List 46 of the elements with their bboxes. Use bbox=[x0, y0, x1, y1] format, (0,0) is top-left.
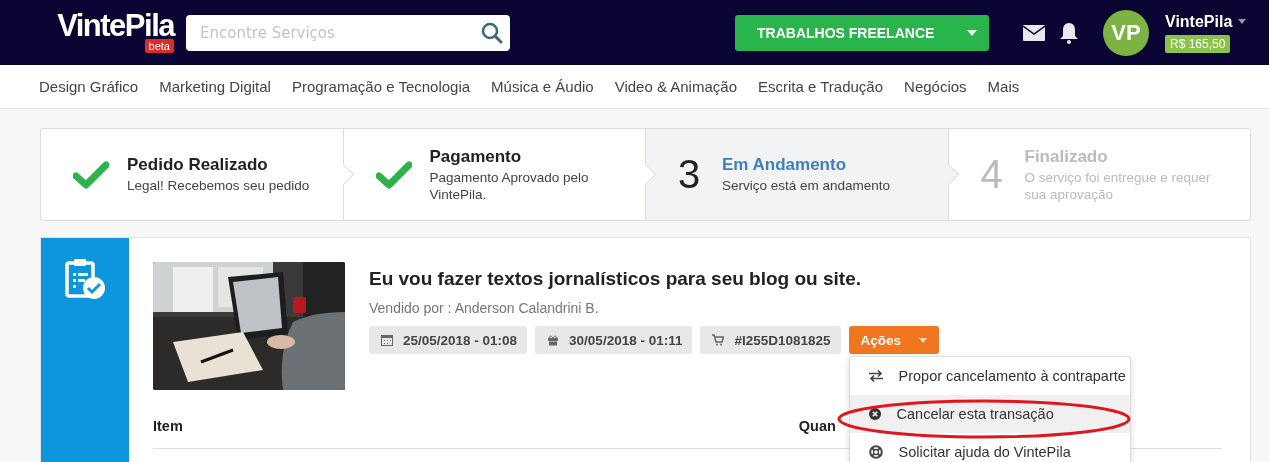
beta-badge: beta bbox=[144, 39, 174, 53]
step-title: Pedido Realizado bbox=[127, 155, 269, 175]
info-chip: 30/05/2018 - 01:11 bbox=[535, 326, 693, 354]
category-link[interactable]: Escrita e Tradução bbox=[758, 78, 884, 95]
caret-icon[interactable] bbox=[1238, 19, 1247, 24]
calendar-icon bbox=[381, 334, 393, 346]
seller-text: Vendido por : Anderson Calandrini B. bbox=[369, 300, 600, 316]
search-icon[interactable] bbox=[480, 20, 504, 45]
info-chip: 25/05/2018 - 01:08 bbox=[369, 326, 528, 354]
check-icon bbox=[375, 160, 412, 189]
service-title[interactable]: Eu vou fazer textos jornalísticos para seu blog ou site. bbox=[369, 268, 940, 290]
search-bar[interactable]: Encontre Serviços bbox=[186, 14, 510, 51]
check-icon bbox=[73, 160, 109, 189]
category-link[interactable]: Negócios bbox=[904, 78, 967, 95]
cart-icon bbox=[712, 334, 725, 346]
step-number: 3 bbox=[678, 152, 702, 197]
category-link[interactable]: Programação e Tecnologia bbox=[291, 78, 471, 95]
step-title: Pagamento bbox=[429, 146, 523, 167]
step-description: Serviço está em andamento bbox=[722, 177, 892, 194]
username-menu[interactable]: VintePila bbox=[1165, 12, 1247, 31]
step-title: Finalizado bbox=[1024, 146, 1109, 167]
column-header: Quan bbox=[798, 418, 836, 434]
menu-item[interactable]: Solicitar ajuda do VintePila bbox=[849, 433, 1130, 462]
gift-icon bbox=[547, 334, 560, 346]
step-description: Legal! Recebemos seu pedido bbox=[127, 177, 311, 194]
logo[interactable]: VintePila bbox=[57, 12, 174, 40]
lifebuoy-icon bbox=[868, 445, 883, 459]
mail-icon[interactable] bbox=[1023, 24, 1045, 41]
menu-item[interactable]: Cancelar esta transação bbox=[849, 395, 1130, 433]
category-link[interactable]: Música e Áudio bbox=[491, 78, 594, 95]
step-title: Em Andamento bbox=[722, 155, 848, 175]
clipboard-check-icon bbox=[65, 258, 105, 300]
balance-badge: R$ 165,50 bbox=[1165, 34, 1231, 53]
category-link[interactable]: Marketing Digital bbox=[159, 78, 271, 95]
notification-bell-icon[interactable] bbox=[1059, 21, 1079, 44]
menu-item[interactable]: Propor cancelamento à contraparte bbox=[849, 357, 1130, 395]
step-description: Pagamento Aprovado pelo VintePila. bbox=[429, 168, 590, 203]
column-header: Item bbox=[153, 418, 183, 434]
category-link[interactable]: Video & Animação bbox=[614, 78, 737, 95]
swap-arrows-icon bbox=[868, 370, 883, 382]
category-link[interactable]: Design Gráfico bbox=[39, 78, 139, 95]
step-description: O serviço foi entregue e requer sua aprovação bbox=[1024, 168, 1212, 203]
category-link[interactable]: Mais bbox=[987, 78, 1020, 95]
step-number: 4 bbox=[980, 152, 1004, 197]
info-chip: #I255D1081825 bbox=[700, 326, 841, 354]
cancel-icon bbox=[868, 408, 881, 420]
